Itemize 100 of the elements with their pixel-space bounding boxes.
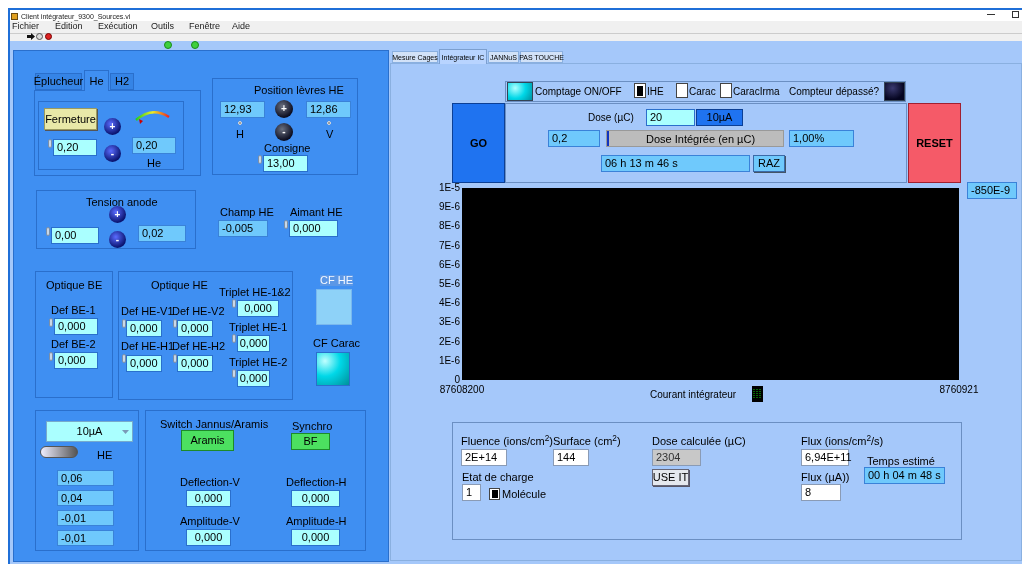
input-field[interactable]: 0,000 [186,490,231,507]
checkbox[interactable] [634,83,646,98]
axis-tick-label: 0 [453,375,460,385]
field-label: Dose calculée (µC) [652,436,746,447]
input-field[interactable]: 144 [553,449,589,466]
switch-button[interactable]: Aramis [181,430,234,451]
input-field[interactable]: 1 [462,484,481,501]
menu-item[interactable]: Exécution [98,22,138,31]
field-label: Molécule [502,489,547,500]
field-label: Carac [689,87,716,97]
field-label: Temps estimé [867,456,935,467]
input-field[interactable]: 0,000 [289,220,338,237]
input-field[interactable]: 0,000 [126,355,162,372]
field-label: Def HE-V1 [121,306,174,317]
field-label: Flux (ions/cm$^{2}$/s) [801,436,884,447]
field-label: H [236,129,244,140]
spinner-icon[interactable] [48,139,52,148]
field-label: Def HE-H2 [172,341,226,352]
input-field[interactable]: 0,000 [237,300,279,317]
field-label: IHE [647,87,664,97]
spinner-icon[interactable] [284,220,288,229]
spinner-icon[interactable] [232,299,236,308]
input-field[interactable]: 0,000 [126,320,162,337]
axis-tick-label: 7E-6 [437,240,460,252]
field-label: Deflection-V [180,477,240,488]
field-label: Compteur dépassé? [789,87,880,97]
field-label: HE [97,450,113,461]
synchro-button[interactable]: BF [291,433,330,450]
input-field[interactable]: 0,000 [54,352,98,369]
field-label: CF HE [320,275,353,286]
field-label: Dose (µC) [588,113,634,123]
checkbox[interactable] [676,83,688,98]
field-label: Amplitude-H [286,516,347,527]
menu-item[interactable]: Édition [55,22,83,31]
axis-title: Courant intégrateur [650,390,737,400]
menu-item[interactable]: Fenêtre [189,22,221,31]
range-dropdown[interactable]: 10µA [46,421,133,442]
raz-button[interactable]: RAZ [753,155,785,172]
input-field[interactable]: 0,20 [53,139,97,156]
tab[interactable]: H2 [110,73,134,90]
input-field[interactable]: 0,000 [186,529,231,546]
field-label: Deflection-H [286,477,347,488]
input-field[interactable]: 0,00 [51,227,99,244]
stop-icon[interactable] [45,33,52,40]
field-label: Triplet HE-1 [229,322,288,333]
input-field[interactable]: 0,000 [177,320,213,337]
input-field[interactable]: 0,000 [291,490,340,507]
use-it-button[interactable]: USE IT [652,469,689,486]
tab[interactable]: He [84,70,109,91]
input-field[interactable]: 13,00 [263,155,308,172]
spinner-icon[interactable] [46,227,50,236]
field-label: Synchro [292,421,333,432]
input-field[interactable]: 0,000 [237,370,270,387]
input-field[interactable]: 0,000 [54,318,98,335]
axis-tick-label: 5E-6 [437,279,460,290]
input-field[interactable]: 8 [801,484,841,501]
field-label: Def HE-H1 [121,341,175,352]
value-display: -0,01 [57,510,114,526]
toggle-switch[interactable] [40,446,78,458]
indicator-light[interactable] [316,352,350,386]
indicator-light[interactable] [507,82,533,101]
menu-item[interactable]: Aide [232,22,250,31]
spinner-icon[interactable] [232,334,236,343]
field-label: Def HE-V2 [172,306,225,317]
value-display: 00 h 04 m 48 s [864,467,945,484]
spinner-icon[interactable] [49,352,53,361]
field-label: Optique HE [151,280,208,291]
run-continuous-icon[interactable] [36,33,43,40]
field-label: Aimant HE [290,207,343,218]
menu-item[interactable]: Fichier [12,22,39,31]
field-label: Fluence (ions/cm$^{2}$) [461,436,554,447]
spinner-icon[interactable] [258,155,262,164]
spinner-icon[interactable] [232,369,236,378]
value-display: 2304 [652,449,701,466]
input-field[interactable]: 2E+14 [461,449,507,466]
maximize-icon[interactable] [1012,11,1019,18]
field-label: Etat de charge [462,472,534,483]
input-field[interactable]: 0,000 [237,335,270,352]
field-label: He [147,158,162,169]
caret-icon [122,430,129,434]
menu-item[interactable]: Outils [151,22,174,31]
field-label: Position lèvres HE [254,85,344,96]
fermeture-button[interactable]: Fermeture [44,108,97,130]
progress-label: Dose Intégrée (en µC) [646,134,756,145]
run-icon[interactable] [27,33,35,40]
tab[interactable]: Éplucheur [35,73,82,90]
reset-button[interactable]: RESET [908,103,961,183]
input-field[interactable]: 20 [646,109,695,126]
input-field[interactable]: 6,94E+11 [801,449,849,466]
input-field[interactable]: 0,000 [291,529,340,546]
graph-palette-icon[interactable] [752,386,763,402]
spinner-icon[interactable] [49,318,53,327]
input-field[interactable]: 0,000 [177,355,213,372]
checkbox[interactable] [489,488,500,500]
go-button[interactable]: GO [452,103,505,183]
checkbox[interactable] [720,83,732,98]
axis-tick-label: 87608200 [438,385,486,396]
range-dropdown[interactable]: 10µA [696,109,743,126]
value-display: 0,02 [138,225,186,242]
value-display: -0,005 [218,220,268,237]
